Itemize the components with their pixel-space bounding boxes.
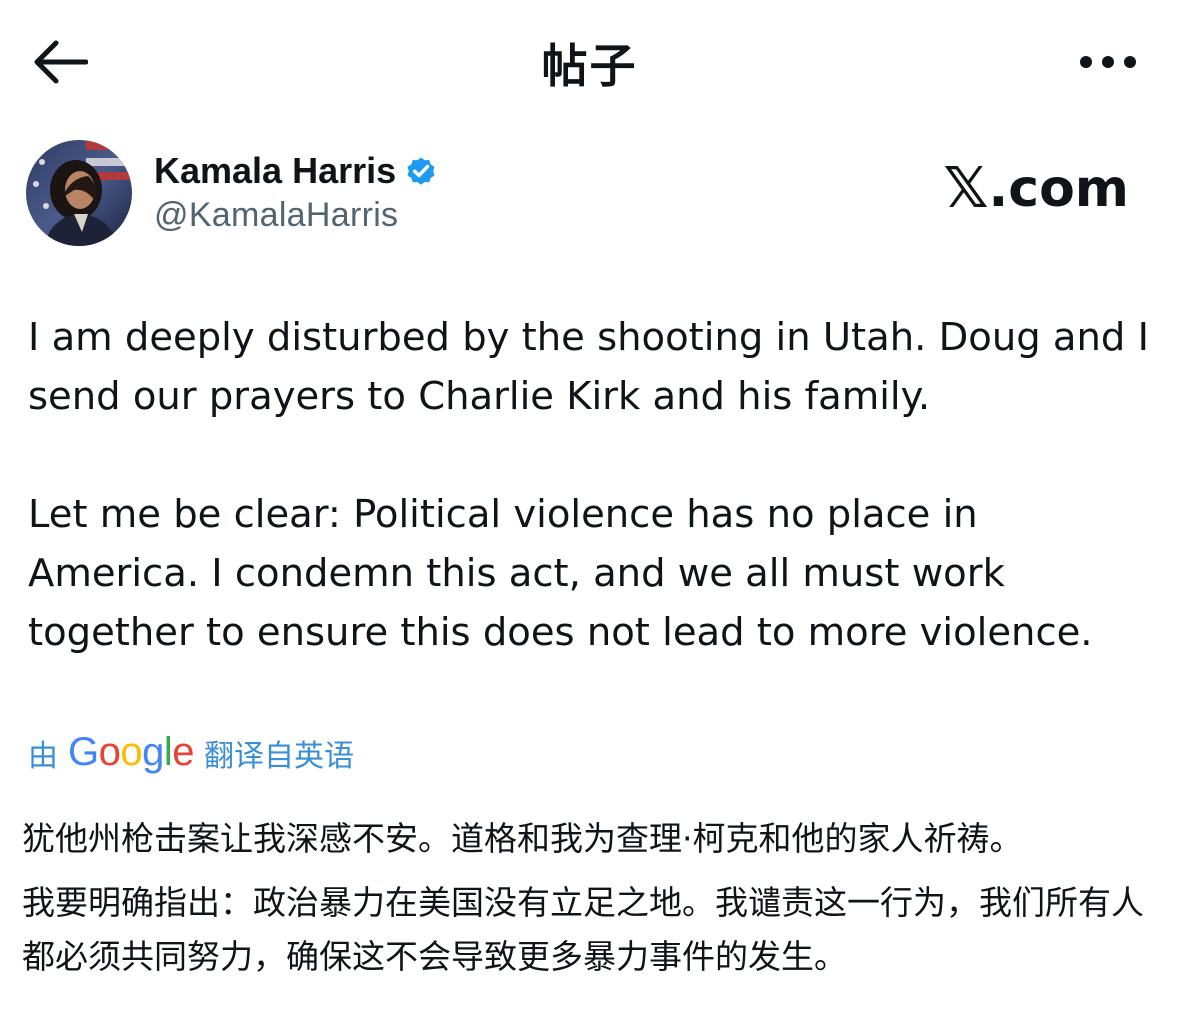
- tweet-paragraph: Let me be clear: Political violence has …: [28, 492, 1093, 655]
- author-name[interactable]: Kamala Harris: [154, 150, 396, 192]
- x-logo-icon: 𝕏: [943, 156, 989, 221]
- watermark-suffix: .com: [988, 158, 1130, 219]
- name-row: Kamala Harris: [154, 150, 438, 192]
- translated-paragraph: 犹他州枪击案让我深感不安。道格和我为查理·柯克和他的家人祈祷。: [22, 819, 1023, 858]
- google-logo: Google: [68, 730, 195, 774]
- tweet-text: I am deeply disturbed by the shooting in…: [28, 308, 1158, 662]
- page-title: 帖子: [541, 39, 638, 93]
- translation-suffix: 翻译自英语: [204, 738, 355, 774]
- more-horizontal-icon: [1080, 56, 1136, 68]
- tweet-paragraph: I am deeply disturbed by the shooting in…: [28, 315, 1149, 419]
- top-bar: 帖子: [0, 0, 1179, 120]
- author-handle[interactable]: @KamalaHarris: [154, 196, 398, 235]
- translated-text: 犹他州枪击案让我深感不安。道格和我为查理·柯克和他的家人祈祷。 我要明确指出：政…: [22, 812, 1162, 984]
- more-options-button[interactable]: [1073, 40, 1143, 84]
- avatar[interactable]: [26, 140, 132, 246]
- x-com-watermark: 𝕏 .com: [943, 156, 1129, 221]
- translation-prefix: 由: [28, 738, 58, 774]
- translation-attribution[interactable]: 由 Google 翻译自英语: [28, 730, 354, 775]
- translated-paragraph: 我要明确指出：政治暴力在美国没有立足之地。我谴责这一行为，我们所有人都必须共同努…: [22, 883, 1144, 976]
- verified-badge-icon: [407, 157, 435, 185]
- avatar-photo: [26, 140, 132, 246]
